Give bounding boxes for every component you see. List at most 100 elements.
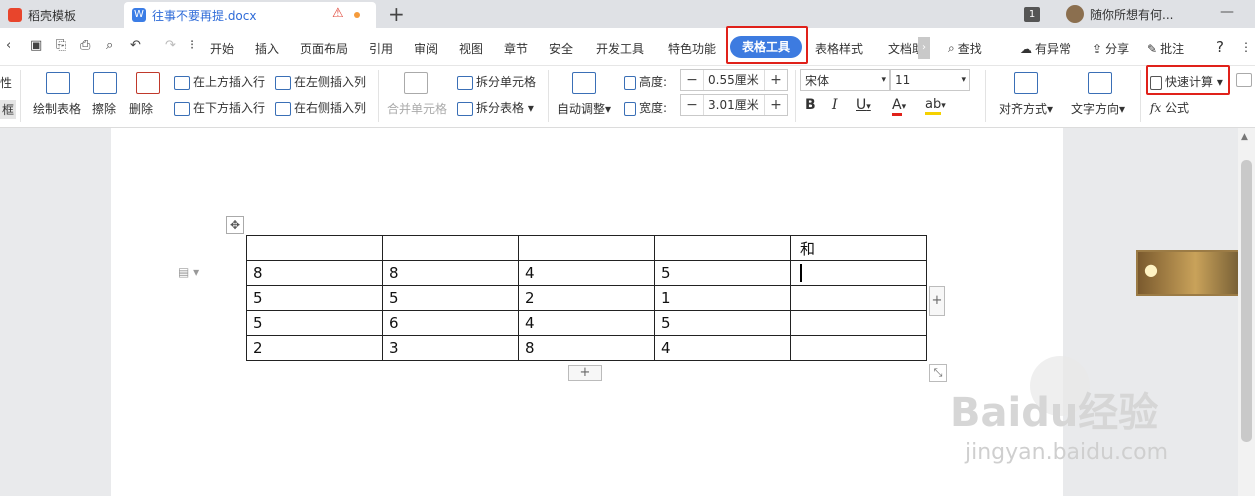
table-cell[interactable]: 8 bbox=[246, 260, 383, 286]
print-preview-icon[interactable]: ⌕ bbox=[106, 38, 113, 53]
more-tools-icon[interactable] bbox=[1236, 72, 1255, 87]
menu-review[interactable]: 审阅 bbox=[414, 40, 438, 57]
table-resize-handle-icon[interactable]: ⤡ bbox=[929, 364, 947, 382]
window-count-badge[interactable]: 1 bbox=[1024, 7, 1040, 22]
decrease-width-button[interactable]: − bbox=[681, 95, 703, 115]
more-icon[interactable]: ⋮ bbox=[1240, 40, 1252, 54]
table-cell[interactable]: 8 bbox=[518, 335, 655, 361]
paragraph-menu-icon[interactable]: ▤ ▾ bbox=[178, 265, 199, 279]
minimize-button[interactable]: — bbox=[1220, 4, 1234, 20]
share-link-icon[interactable]: ⎘ bbox=[56, 38, 66, 53]
user-account[interactable]: 随你所想有何... bbox=[1066, 5, 1173, 23]
underline-button[interactable]: U▾ bbox=[856, 97, 871, 113]
table-cell[interactable]: 3 bbox=[382, 335, 519, 361]
table-cell[interactable]: 4 bbox=[518, 310, 655, 336]
scroll-up-icon[interactable]: ▲ bbox=[1241, 132, 1248, 142]
formula-button[interactable]: fx 公式 bbox=[1150, 99, 1189, 116]
font-name-select[interactable]: 宋体 ▾ bbox=[800, 69, 890, 91]
scrollbar-thumb[interactable] bbox=[1241, 160, 1252, 442]
table-cell[interactable]: 8 bbox=[382, 260, 519, 286]
table-cell[interactable]: 和 bbox=[790, 235, 927, 261]
table-cell[interactable]: 5 bbox=[654, 310, 791, 336]
table-cell[interactable] bbox=[790, 310, 927, 336]
table-cell[interactable]: 5 bbox=[246, 285, 383, 311]
more-icon[interactable]: ⁝ bbox=[190, 38, 194, 53]
table-cell[interactable]: 5 bbox=[246, 310, 383, 336]
highlight-button[interactable]: ab▾ bbox=[925, 97, 946, 115]
table-cell[interactable] bbox=[246, 235, 383, 261]
menu-sections[interactable]: 章节 bbox=[504, 40, 528, 57]
table-cell[interactable] bbox=[790, 285, 927, 311]
table-cell[interactable] bbox=[790, 335, 927, 361]
share-button[interactable]: ⇪ 分享 bbox=[1092, 40, 1129, 57]
insert-row-below-button[interactable]: 在下方插入行 bbox=[174, 99, 265, 116]
table-cell-active[interactable] bbox=[790, 260, 927, 286]
insert-col-right-button[interactable]: 在右侧插入列 bbox=[275, 99, 366, 116]
insert-col-left-button[interactable]: 在左侧插入列 bbox=[275, 73, 366, 90]
table-cell[interactable] bbox=[518, 235, 655, 261]
menu-home[interactable]: 开始 bbox=[210, 40, 234, 57]
add-column-button[interactable]: + bbox=[929, 286, 945, 316]
table-cell[interactable]: 2 bbox=[246, 335, 383, 361]
insert-row-above-button[interactable]: 在上方插入行 bbox=[174, 73, 265, 90]
table-cell[interactable]: 4 bbox=[654, 335, 791, 361]
menu-view[interactable]: 视图 bbox=[459, 40, 483, 57]
avatar bbox=[1066, 5, 1084, 23]
new-tab-button[interactable]: + bbox=[388, 2, 405, 26]
split-cells-button[interactable]: 拆分单元格 bbox=[457, 73, 536, 90]
draw-table-button[interactable]: 绘制表格 bbox=[33, 100, 81, 117]
undo-icon[interactable]: ↶ bbox=[130, 38, 141, 53]
help-button[interactable]: ? bbox=[1216, 38, 1224, 56]
menu-references[interactable]: 引用 bbox=[369, 40, 393, 57]
auto-fit-button[interactable]: 自动调整▾ bbox=[557, 100, 611, 117]
menu-table-style[interactable]: 表格样式 bbox=[815, 40, 863, 57]
tab-document[interactable]: W 往事不要再提.docx ⚠ bbox=[124, 2, 376, 28]
insert-col-right-icon bbox=[275, 101, 291, 116]
tab-label: 稻壳模板 bbox=[28, 8, 77, 23]
menu-security[interactable]: 安全 bbox=[549, 40, 573, 57]
menu-insert[interactable]: 插入 bbox=[255, 40, 279, 57]
table-cell[interactable] bbox=[654, 235, 791, 261]
bold-button[interactable]: B bbox=[805, 97, 816, 113]
merge-cells-button[interactable]: 合并单元格 bbox=[387, 100, 447, 117]
table-cell[interactable] bbox=[382, 235, 519, 261]
docer-logo-icon bbox=[8, 8, 22, 22]
add-row-button[interactable]: + bbox=[568, 365, 602, 381]
menu-scroll-right-icon[interactable]: › bbox=[918, 37, 930, 59]
col-width-input[interactable]: − 3.01厘米 + bbox=[680, 94, 788, 116]
split-table-button[interactable]: 拆分表格 ▾ bbox=[457, 99, 534, 116]
text-direction-button[interactable]: 文字方向▾ bbox=[1071, 100, 1125, 117]
erase-button[interactable]: 擦除 bbox=[92, 100, 116, 117]
table-cell[interactable]: 5 bbox=[654, 260, 791, 286]
menu-page-layout[interactable]: 页面布局 bbox=[300, 40, 348, 57]
table-move-handle-icon[interactable]: ✥ bbox=[226, 216, 244, 234]
table-cell[interactable]: 6 bbox=[382, 310, 519, 336]
menu-dev-tools[interactable]: 开发工具 bbox=[596, 40, 644, 57]
insert-row-above-icon bbox=[174, 75, 190, 90]
decrease-height-button[interactable]: − bbox=[681, 70, 703, 90]
menu-special-features[interactable]: 特色功能 bbox=[668, 40, 716, 57]
font-color-button[interactable]: A▾ bbox=[892, 97, 906, 116]
chevron-left-icon[interactable]: ‹ bbox=[6, 38, 11, 53]
increase-height-button[interactable]: + bbox=[765, 70, 787, 90]
ribbon-partial-label[interactable]: 性 bbox=[0, 74, 12, 91]
delete-button[interactable]: 删除 bbox=[129, 100, 153, 117]
cloud-status-button[interactable]: ☁ 有异常 bbox=[1020, 40, 1071, 57]
table-cell[interactable]: 5 bbox=[382, 285, 519, 311]
align-button[interactable]: 对齐方式▾ bbox=[999, 100, 1053, 117]
row-height-input[interactable]: − 0.55厘米 + bbox=[680, 69, 788, 91]
redo-icon[interactable]: ↷ bbox=[165, 38, 176, 53]
save-icon[interactable]: ▣ bbox=[30, 38, 42, 53]
print-icon[interactable]: ⎙ bbox=[80, 38, 90, 53]
col-width-icon bbox=[624, 101, 636, 116]
increase-width-button[interactable]: + bbox=[765, 95, 787, 115]
italic-button[interactable]: I bbox=[832, 97, 838, 113]
search-button[interactable]: ⌕ 查找 bbox=[948, 40, 982, 57]
table-cell[interactable]: 1 bbox=[654, 285, 791, 311]
comment-button[interactable]: ✎ 批注 bbox=[1147, 40, 1184, 57]
ribbon-partial-label[interactable]: 框 bbox=[0, 100, 17, 119]
table-cell[interactable]: 4 bbox=[518, 260, 655, 286]
table-cell[interactable]: 2 bbox=[518, 285, 655, 311]
tab-docer-templates[interactable]: 稻壳模板 bbox=[0, 2, 122, 28]
font-size-select[interactable]: 11 ▾ bbox=[890, 69, 970, 91]
